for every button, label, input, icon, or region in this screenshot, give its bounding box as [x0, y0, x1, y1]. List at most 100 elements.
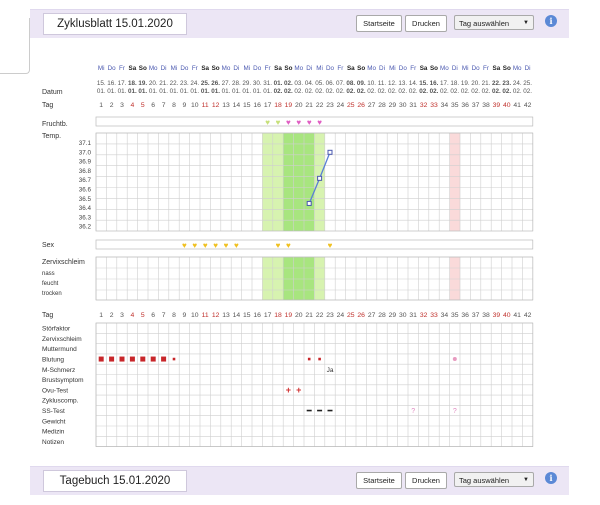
temperature-point — [327, 149, 333, 155]
date-day-label: 07. — [336, 80, 345, 87]
weekday-label: Fr — [192, 65, 198, 72]
diary-day-select[interactable]: Tag auswählen ▼ — [454, 472, 534, 487]
date-day-label: 28. — [232, 80, 241, 87]
day-number-top: 25 — [347, 102, 355, 109]
weekday-label: Fr — [337, 65, 343, 72]
day-number-bottom: 13 — [222, 312, 230, 319]
ss-test-negative-icon — [327, 409, 333, 412]
bleeding-marker — [119, 356, 125, 362]
fertile-shade-dark — [283, 133, 294, 231]
day-number-bottom: 22 — [316, 312, 324, 319]
date-day-label: 24. — [190, 80, 199, 87]
bleeding-marker — [172, 357, 176, 361]
weekday-label: So — [139, 65, 147, 72]
date-day-label: 29. — [242, 80, 251, 87]
weekday-label: Di — [161, 65, 167, 72]
date-month-label: 02. — [294, 88, 303, 95]
weekday-label: Di — [379, 65, 385, 72]
day-number-top: 4 — [131, 102, 135, 109]
heart-icon: ♥ — [286, 241, 291, 250]
weekday-label: Mi — [316, 65, 323, 72]
date-day-label: 20. — [471, 80, 480, 87]
diary-home-button[interactable]: Startseite — [356, 472, 402, 489]
date-month-label: 01. — [97, 88, 106, 95]
day-number-top: 9 — [183, 102, 187, 109]
heart-icon: ♥ — [328, 241, 333, 250]
row-label-detail: SS-Test — [42, 408, 65, 415]
date-month-label: 01. — [180, 88, 189, 95]
temp-tick-label: 36.5 — [79, 196, 92, 203]
row-label-zervixschleim: Zervixschleim — [42, 259, 85, 266]
heart-icon: ♥ — [182, 241, 187, 250]
ss-test-question-icon: ? — [411, 408, 415, 415]
day-number-top: 40 — [503, 102, 511, 109]
row-label-detail: Ovu-Test — [42, 387, 68, 394]
day-number-bottom: 8 — [172, 312, 176, 319]
row-label-datum: Datum — [42, 89, 63, 96]
day-number-bottom: 11 — [202, 312, 209, 319]
temp-tick-label: 37.1 — [79, 140, 92, 147]
bleeding-marker — [161, 356, 167, 362]
day-number-top: 20 — [295, 102, 303, 109]
date-day-label: 16. — [107, 80, 116, 87]
heart-icon: ♥ — [213, 241, 218, 250]
day-number-top: 8 — [172, 102, 176, 109]
day-number-bottom: 17 — [264, 312, 272, 319]
fertile-shade-light — [272, 133, 284, 231]
bleeding-marker — [150, 356, 156, 362]
day-number-top: 2 — [110, 102, 114, 109]
bleeding-marker — [109, 356, 115, 362]
heart-icon: ♥ — [296, 118, 301, 127]
row-label-fruchtbarkeit: Fruchtb. — [42, 121, 68, 128]
date-month-label: 02. — [378, 88, 387, 95]
weekday-label: Mi — [462, 65, 469, 72]
day-number-top: 33 — [430, 102, 438, 109]
diary-print-button[interactable]: Drucken — [405, 472, 447, 489]
date-month-label: 01. — [263, 88, 272, 95]
date-day-label: 10. — [367, 80, 376, 87]
day-number-bottom: 38 — [482, 312, 490, 319]
weekday-label: So — [284, 65, 292, 72]
temp-tick-label: 36.3 — [79, 214, 92, 221]
date-month-label: 02. — [357, 88, 366, 95]
date-month-label: 02. — [326, 88, 335, 95]
date-day-label: 18. — [128, 80, 137, 87]
day-number-bottom: 27 — [368, 312, 376, 319]
chevron-down-icon: ▼ — [523, 477, 529, 483]
weekday-label: Mi — [389, 65, 396, 72]
day-number-top: 22 — [316, 102, 324, 109]
temp-tick-label: 36.2 — [79, 224, 92, 231]
period-forecast-shade — [449, 257, 460, 300]
fertile-shade-light — [262, 133, 273, 231]
date-month-label: 01. — [159, 88, 168, 95]
weekday-label: Sa — [347, 65, 355, 72]
heart-icon: ♥ — [307, 118, 312, 127]
date-month-label: 01. — [190, 88, 199, 95]
fertile-shade-dark — [293, 257, 304, 300]
weekday-label: Mo — [149, 65, 158, 72]
date-month-label: 02. — [502, 88, 511, 95]
date-month-label: 02. — [450, 88, 459, 95]
date-day-label: 20. — [149, 80, 158, 87]
date-day-label: 21. — [159, 80, 168, 87]
heart-icon: ♥ — [317, 118, 322, 127]
date-day-label: 18. — [450, 80, 459, 87]
weekday-label: So — [357, 65, 365, 72]
weekday-label: Do — [180, 65, 189, 72]
fruchtbarkeit-row — [95, 116, 534, 127]
row-label-detail: Störfaktor — [42, 326, 71, 333]
diary-info-icon[interactable]: i — [545, 472, 557, 484]
sex-row — [95, 239, 534, 250]
date-month-label: 02. — [523, 88, 532, 95]
fertile-shade-dark — [304, 133, 315, 231]
day-number-top: 29 — [389, 102, 397, 109]
fertile-shade-dark — [283, 257, 294, 300]
weekday-label: Do — [108, 65, 117, 72]
day-number-top: 19 — [285, 102, 293, 109]
date-month-label: 02. — [482, 88, 491, 95]
weekday-label: So — [430, 65, 438, 72]
weekday-label: Mo — [222, 65, 231, 72]
row-label-nass: nass — [42, 271, 55, 277]
date-month-label: 02. — [305, 88, 314, 95]
temperature-point — [306, 200, 312, 206]
